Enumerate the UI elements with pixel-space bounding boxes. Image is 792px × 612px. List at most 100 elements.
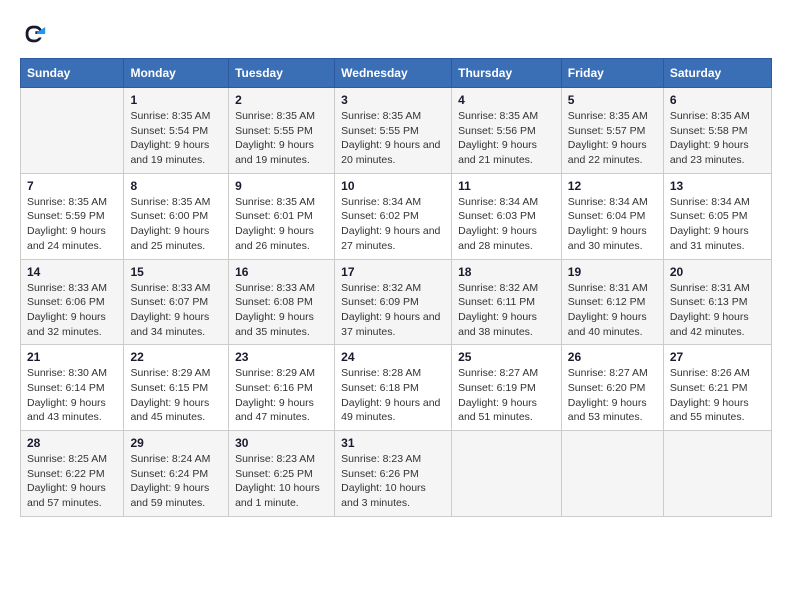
day-header-saturday: Saturday xyxy=(663,59,771,88)
day-number: 16 xyxy=(235,265,328,279)
day-info: Sunrise: 8:35 AMSunset: 5:57 PMDaylight:… xyxy=(568,109,657,168)
calendar-cell: 4 Sunrise: 8:35 AMSunset: 5:56 PMDayligh… xyxy=(452,88,562,174)
day-number: 17 xyxy=(341,265,445,279)
day-info: Sunrise: 8:32 AMSunset: 6:09 PMDaylight:… xyxy=(341,281,445,340)
day-number: 22 xyxy=(130,350,222,364)
day-header-wednesday: Wednesday xyxy=(335,59,452,88)
day-info: Sunrise: 8:31 AMSunset: 6:13 PMDaylight:… xyxy=(670,281,765,340)
general-blue-icon xyxy=(20,20,48,48)
day-number: 2 xyxy=(235,93,328,107)
day-number: 19 xyxy=(568,265,657,279)
day-number: 21 xyxy=(27,350,117,364)
day-info: Sunrise: 8:33 AMSunset: 6:08 PMDaylight:… xyxy=(235,281,328,340)
day-info: Sunrise: 8:26 AMSunset: 6:21 PMDaylight:… xyxy=(670,366,765,425)
day-info: Sunrise: 8:27 AMSunset: 6:20 PMDaylight:… xyxy=(568,366,657,425)
day-header-thursday: Thursday xyxy=(452,59,562,88)
day-number: 31 xyxy=(341,436,445,450)
day-number: 8 xyxy=(130,179,222,193)
calendar-week-row: 7 Sunrise: 8:35 AMSunset: 5:59 PMDayligh… xyxy=(21,173,772,259)
calendar-cell: 29 Sunrise: 8:24 AMSunset: 6:24 PMDaylig… xyxy=(124,431,229,517)
day-number: 26 xyxy=(568,350,657,364)
calendar-cell: 10 Sunrise: 8:34 AMSunset: 6:02 PMDaylig… xyxy=(335,173,452,259)
day-header-tuesday: Tuesday xyxy=(229,59,335,88)
day-info: Sunrise: 8:34 AMSunset: 6:04 PMDaylight:… xyxy=(568,195,657,254)
calendar-cell: 31 Sunrise: 8:23 AMSunset: 6:26 PMDaylig… xyxy=(335,431,452,517)
day-info: Sunrise: 8:32 AMSunset: 6:11 PMDaylight:… xyxy=(458,281,555,340)
days-header-row: SundayMondayTuesdayWednesdayThursdayFrid… xyxy=(21,59,772,88)
day-header-sunday: Sunday xyxy=(21,59,124,88)
calendar-cell: 2 Sunrise: 8:35 AMSunset: 5:55 PMDayligh… xyxy=(229,88,335,174)
page-header xyxy=(20,20,772,48)
calendar-cell xyxy=(21,88,124,174)
day-info: Sunrise: 8:30 AMSunset: 6:14 PMDaylight:… xyxy=(27,366,117,425)
day-info: Sunrise: 8:29 AMSunset: 6:15 PMDaylight:… xyxy=(130,366,222,425)
day-number: 23 xyxy=(235,350,328,364)
calendar-cell: 16 Sunrise: 8:33 AMSunset: 6:08 PMDaylig… xyxy=(229,259,335,345)
calendar-cell: 3 Sunrise: 8:35 AMSunset: 5:55 PMDayligh… xyxy=(335,88,452,174)
day-number: 7 xyxy=(27,179,117,193)
calendar-cell: 9 Sunrise: 8:35 AMSunset: 6:01 PMDayligh… xyxy=(229,173,335,259)
calendar-cell: 24 Sunrise: 8:28 AMSunset: 6:18 PMDaylig… xyxy=(335,345,452,431)
calendar-cell xyxy=(452,431,562,517)
calendar-cell: 13 Sunrise: 8:34 AMSunset: 6:05 PMDaylig… xyxy=(663,173,771,259)
day-info: Sunrise: 8:34 AMSunset: 6:03 PMDaylight:… xyxy=(458,195,555,254)
calendar-week-row: 28 Sunrise: 8:25 AMSunset: 6:22 PMDaylig… xyxy=(21,431,772,517)
day-header-monday: Monday xyxy=(124,59,229,88)
day-number: 10 xyxy=(341,179,445,193)
day-info: Sunrise: 8:34 AMSunset: 6:05 PMDaylight:… xyxy=(670,195,765,254)
day-info: Sunrise: 8:35 AMSunset: 5:54 PMDaylight:… xyxy=(130,109,222,168)
calendar-cell: 28 Sunrise: 8:25 AMSunset: 6:22 PMDaylig… xyxy=(21,431,124,517)
calendar-cell: 11 Sunrise: 8:34 AMSunset: 6:03 PMDaylig… xyxy=(452,173,562,259)
day-header-friday: Friday xyxy=(561,59,663,88)
calendar-cell: 30 Sunrise: 8:23 AMSunset: 6:25 PMDaylig… xyxy=(229,431,335,517)
day-info: Sunrise: 8:25 AMSunset: 6:22 PMDaylight:… xyxy=(27,452,117,511)
logo xyxy=(20,20,52,48)
calendar-cell: 17 Sunrise: 8:32 AMSunset: 6:09 PMDaylig… xyxy=(335,259,452,345)
day-number: 20 xyxy=(670,265,765,279)
calendar-cell xyxy=(561,431,663,517)
day-number: 3 xyxy=(341,93,445,107)
day-number: 13 xyxy=(670,179,765,193)
day-number: 18 xyxy=(458,265,555,279)
calendar-cell: 27 Sunrise: 8:26 AMSunset: 6:21 PMDaylig… xyxy=(663,345,771,431)
day-info: Sunrise: 8:23 AMSunset: 6:26 PMDaylight:… xyxy=(341,452,445,511)
calendar-cell: 14 Sunrise: 8:33 AMSunset: 6:06 PMDaylig… xyxy=(21,259,124,345)
calendar-cell: 19 Sunrise: 8:31 AMSunset: 6:12 PMDaylig… xyxy=(561,259,663,345)
day-info: Sunrise: 8:24 AMSunset: 6:24 PMDaylight:… xyxy=(130,452,222,511)
calendar-cell: 23 Sunrise: 8:29 AMSunset: 6:16 PMDaylig… xyxy=(229,345,335,431)
day-number: 28 xyxy=(27,436,117,450)
calendar-cell: 15 Sunrise: 8:33 AMSunset: 6:07 PMDaylig… xyxy=(124,259,229,345)
calendar-cell: 20 Sunrise: 8:31 AMSunset: 6:13 PMDaylig… xyxy=(663,259,771,345)
day-info: Sunrise: 8:34 AMSunset: 6:02 PMDaylight:… xyxy=(341,195,445,254)
calendar-cell: 5 Sunrise: 8:35 AMSunset: 5:57 PMDayligh… xyxy=(561,88,663,174)
calendar-cell: 6 Sunrise: 8:35 AMSunset: 5:58 PMDayligh… xyxy=(663,88,771,174)
day-info: Sunrise: 8:29 AMSunset: 6:16 PMDaylight:… xyxy=(235,366,328,425)
calendar-cell: 22 Sunrise: 8:29 AMSunset: 6:15 PMDaylig… xyxy=(124,345,229,431)
day-info: Sunrise: 8:35 AMSunset: 5:55 PMDaylight:… xyxy=(341,109,445,168)
calendar-cell: 1 Sunrise: 8:35 AMSunset: 5:54 PMDayligh… xyxy=(124,88,229,174)
calendar-cell: 26 Sunrise: 8:27 AMSunset: 6:20 PMDaylig… xyxy=(561,345,663,431)
calendar-week-row: 14 Sunrise: 8:33 AMSunset: 6:06 PMDaylig… xyxy=(21,259,772,345)
day-number: 15 xyxy=(130,265,222,279)
day-info: Sunrise: 8:27 AMSunset: 6:19 PMDaylight:… xyxy=(458,366,555,425)
day-number: 4 xyxy=(458,93,555,107)
calendar-table: SundayMondayTuesdayWednesdayThursdayFrid… xyxy=(20,58,772,517)
calendar-week-row: 1 Sunrise: 8:35 AMSunset: 5:54 PMDayligh… xyxy=(21,88,772,174)
day-info: Sunrise: 8:31 AMSunset: 6:12 PMDaylight:… xyxy=(568,281,657,340)
day-info: Sunrise: 8:35 AMSunset: 5:59 PMDaylight:… xyxy=(27,195,117,254)
day-number: 6 xyxy=(670,93,765,107)
day-number: 29 xyxy=(130,436,222,450)
day-info: Sunrise: 8:28 AMSunset: 6:18 PMDaylight:… xyxy=(341,366,445,425)
day-number: 11 xyxy=(458,179,555,193)
day-number: 25 xyxy=(458,350,555,364)
calendar-cell: 12 Sunrise: 8:34 AMSunset: 6:04 PMDaylig… xyxy=(561,173,663,259)
day-info: Sunrise: 8:35 AMSunset: 5:58 PMDaylight:… xyxy=(670,109,765,168)
calendar-cell: 7 Sunrise: 8:35 AMSunset: 5:59 PMDayligh… xyxy=(21,173,124,259)
day-number: 1 xyxy=(130,93,222,107)
day-number: 12 xyxy=(568,179,657,193)
day-info: Sunrise: 8:35 AMSunset: 6:01 PMDaylight:… xyxy=(235,195,328,254)
day-number: 24 xyxy=(341,350,445,364)
calendar-cell: 21 Sunrise: 8:30 AMSunset: 6:14 PMDaylig… xyxy=(21,345,124,431)
calendar-cell: 8 Sunrise: 8:35 AMSunset: 6:00 PMDayligh… xyxy=(124,173,229,259)
day-number: 14 xyxy=(27,265,117,279)
